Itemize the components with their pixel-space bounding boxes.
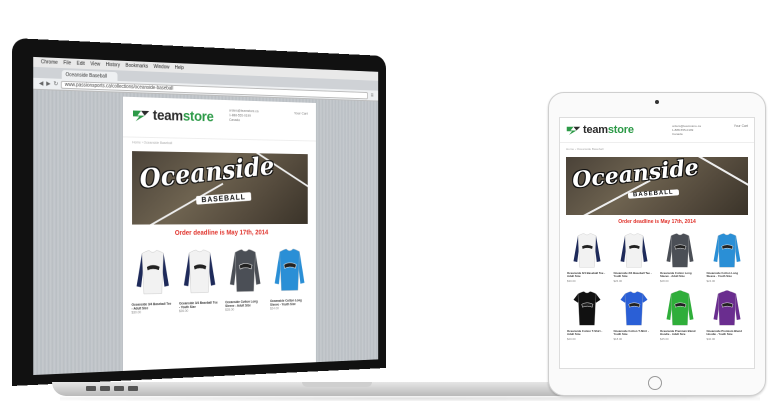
product-image[interactable] <box>273 245 306 294</box>
cart-link[interactable]: Your Cart <box>294 111 308 116</box>
tablet-store-logo[interactable]: teamstore <box>566 124 634 136</box>
product-image[interactable] <box>182 246 217 296</box>
store-page: teamstore orders@teamstore.ca 1-888-555-… <box>122 96 316 376</box>
product-image[interactable] <box>665 231 695 269</box>
product-price: $30.00 <box>131 310 141 315</box>
menu-icon[interactable]: ≡ <box>371 93 374 99</box>
product-card[interactable]: Oceanside Cotton T-Shirt - Youth Size $18… <box>611 289 658 341</box>
browser-content: teamstore orders@teamstore.ca 1-888-555-… <box>33 89 379 376</box>
product-card[interactable]: Oceanside Cotton T-Shirt - Adult Size $20… <box>564 289 611 341</box>
tablet-cart-link[interactable]: Your Cart <box>734 124 748 128</box>
tablet-store-contact: orders@teamstore.ca 1-888-555-0199 Canad… <box>672 124 701 136</box>
product-card[interactable]: Oceanside 3/4 Baseball Tee - Adult Size $… <box>132 246 173 314</box>
product-grid: Oceanside 3/4 Baseball Tee - Adult Size $… <box>123 236 316 315</box>
product-image[interactable] <box>712 289 742 327</box>
product-image[interactable] <box>665 289 695 327</box>
device-shadow <box>60 396 760 401</box>
product-name[interactable]: Oceanside Cotton Long Sleeve - Youth Siz… <box>707 271 748 279</box>
product-price: $26.00 <box>613 278 623 283</box>
product-price: $28.00 <box>660 278 669 283</box>
contact-country: Canada <box>672 132 683 136</box>
product-image[interactable] <box>619 231 649 269</box>
product-card[interactable]: Oceanside Premium Blend Hoodie - Youth S… <box>704 289 751 341</box>
banner-title: Oceanside <box>138 151 276 195</box>
product-name[interactable]: Oceanside 3/4 Baseball Tee - Youth Size <box>614 271 655 279</box>
product-price: $24.00 <box>706 278 716 283</box>
breadcrumb-home[interactable]: Home <box>566 147 574 151</box>
product-name[interactable]: Oceanside Premium Blend Hoodie - Adult S… <box>660 329 701 337</box>
banner-image: Oceanside BASEBALL <box>132 151 308 225</box>
product-price: $26.00 <box>179 309 189 314</box>
product-card[interactable]: Oceanside Cotton Long Sleeve - Adult Siz… <box>657 231 704 283</box>
product-name[interactable]: Oceanside Cotton T-Shirt - Youth Size <box>614 329 655 337</box>
tablet-breadcrumb: Home › Oceanside Baseball <box>560 142 754 153</box>
product-card[interactable]: Oceanside Cotton Long Sleeve - Youth Siz… <box>704 231 751 283</box>
product-price: $45.00 <box>660 336 669 341</box>
product-price: $24.00 <box>270 306 279 311</box>
menu-item[interactable]: View <box>90 61 100 67</box>
product-card[interactable]: Oceanside Cotton Long Sleeve - Adult Siz… <box>225 245 264 312</box>
product-price: $30.00 <box>567 278 576 283</box>
forward-arrow-icon[interactable]: ▶ <box>46 80 50 87</box>
product-card[interactable]: Oceanside 3/4 Baseball Tee - Youth Size $… <box>179 246 219 313</box>
contact-country: Canada <box>229 118 240 123</box>
product-image[interactable] <box>619 289 649 327</box>
product-image[interactable] <box>712 231 742 269</box>
tablet-product-grid: Oceanside 3/4 Baseball Tee - Adult Size $… <box>560 225 754 341</box>
product-name[interactable]: Oceanside 3/4 Baseball Tee - Adult Size <box>567 271 608 279</box>
product-price: $20.00 <box>567 336 576 341</box>
product-price: $28.00 <box>225 307 235 312</box>
reload-icon[interactable]: ↻ <box>53 81 58 88</box>
menu-item[interactable]: Bookmarks <box>126 63 149 70</box>
laptop-lid: Chrome File Edit View History Bookmarks Window… <box>12 38 386 386</box>
product-name[interactable]: Oceanside Cotton Long Sleeve - Adult Siz… <box>660 271 701 279</box>
menu-item[interactable]: History <box>106 62 120 68</box>
product-card[interactable]: Oceanside Cotton Long Sleeve - Youth Siz… <box>270 245 308 310</box>
product-card[interactable]: Oceanside 3/4 Baseball Tee - Adult Size $… <box>564 231 611 283</box>
tablet-store-header: teamstore orders@teamstore.ca 1-888-555-… <box>560 118 754 142</box>
product-name[interactable]: Oceanside Premium Blend Hoodie - Youth S… <box>707 329 748 337</box>
product-image[interactable] <box>572 289 602 327</box>
banner-subtitle: BASEBALL <box>627 189 679 199</box>
tablet-store-brand: teamstore <box>583 124 634 136</box>
logo-mark-icon <box>566 126 581 135</box>
laptop-ports <box>86 386 138 391</box>
store-contact: orders@teamstore.ca 1-888-555-0199 Canad… <box>229 109 258 124</box>
logo-mark-icon <box>132 110 150 121</box>
menu-item[interactable]: Edit <box>77 61 85 67</box>
breadcrumb-current: Oceanside Baseball <box>143 140 173 146</box>
back-arrow-icon[interactable]: ◀ <box>39 80 43 87</box>
tablet-banner-image: Oceanside BASEBALL <box>566 157 748 215</box>
product-price: $18.00 <box>613 336 623 341</box>
product-image[interactable] <box>228 246 262 295</box>
product-price: $40.00 <box>706 336 716 341</box>
breadcrumb-current: Oceanside Baseball <box>576 147 604 151</box>
laptop-screen: Chrome File Edit View History Bookmarks Window… <box>33 56 379 376</box>
menu-item[interactable]: Help <box>175 65 184 71</box>
breadcrumb-home[interactable]: Home <box>132 140 141 144</box>
camera-icon <box>655 100 659 104</box>
product-card[interactable]: Oceanside Premium Blend Hoodie - Adult S… <box>657 289 704 341</box>
store-brand: teamstore <box>152 107 214 126</box>
store-logo[interactable]: teamstore <box>132 107 214 126</box>
product-image[interactable] <box>134 246 170 297</box>
menu-item[interactable]: File <box>63 60 71 66</box>
home-button[interactable] <box>648 376 662 390</box>
product-image[interactable] <box>572 231 602 269</box>
menu-item[interactable]: Chrome <box>41 59 58 66</box>
product-card[interactable]: Oceanside 3/4 Baseball Tee - Youth Size $… <box>611 231 658 283</box>
store-header: teamstore orders@teamstore.ca 1-888-555-… <box>122 96 316 142</box>
tablet-device: teamstore orders@teamstore.ca 1-888-555-… <box>548 92 766 396</box>
product-name[interactable]: Oceanside Cotton T-Shirt - Adult Size <box>567 329 608 337</box>
tablet-screen: teamstore orders@teamstore.ca 1-888-555-… <box>559 117 755 369</box>
menu-item[interactable]: Window <box>154 64 170 70</box>
